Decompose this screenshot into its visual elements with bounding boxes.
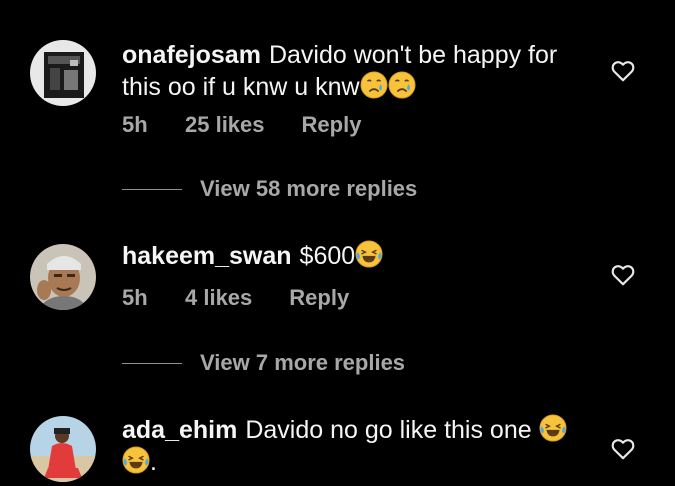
likes-count[interactable]: 25 likes	[185, 112, 265, 138]
heart-icon[interactable]	[610, 436, 636, 462]
view-replies-label: View 7 more replies	[200, 350, 406, 375]
laughing-tears-icon	[539, 414, 567, 442]
username[interactable]: hakeem_swan	[122, 242, 292, 270]
laughing-tears-icon	[355, 240, 383, 268]
view-replies-button[interactable]: View 7 more replies	[122, 350, 405, 376]
view-replies-button[interactable]: View 58 more replies	[122, 176, 417, 202]
laughing-tears-icon	[122, 446, 150, 474]
avatar[interactable]	[30, 416, 96, 482]
comment-trailing: .	[150, 448, 157, 476]
heart-icon[interactable]	[610, 58, 636, 84]
comment-body: $600	[299, 242, 356, 270]
avatar[interactable]	[30, 244, 96, 310]
comment-text: hakeem_swan $600	[122, 240, 592, 272]
heart-icon[interactable]	[610, 262, 636, 288]
reply-button[interactable]: Reply	[302, 112, 362, 138]
username[interactable]: ada_ehim	[122, 416, 237, 444]
username[interactable]: onafejosam	[122, 41, 261, 69]
likes-count[interactable]: 4 likes	[185, 285, 252, 311]
comment-meta: 5h 4 likes Reply	[122, 285, 349, 311]
comment-text: onafejosam Davido won't be happy for this…	[122, 40, 592, 103]
comment-meta: 5h 25 likes Reply	[122, 112, 361, 138]
divider	[122, 188, 182, 190]
crying-face-icon	[360, 71, 388, 99]
timestamp: 5h	[122, 285, 148, 310]
comment-body: Davido no go like this one	[245, 416, 532, 444]
reply-button[interactable]: Reply	[289, 285, 349, 311]
avatar[interactable]	[30, 40, 96, 106]
timestamp: 5h	[122, 112, 148, 137]
crying-face-icon	[388, 71, 416, 99]
divider	[122, 362, 182, 364]
view-replies-label: View 58 more replies	[200, 176, 418, 201]
comment-text: ada_ehim Davido no go like this one .	[122, 414, 592, 478]
